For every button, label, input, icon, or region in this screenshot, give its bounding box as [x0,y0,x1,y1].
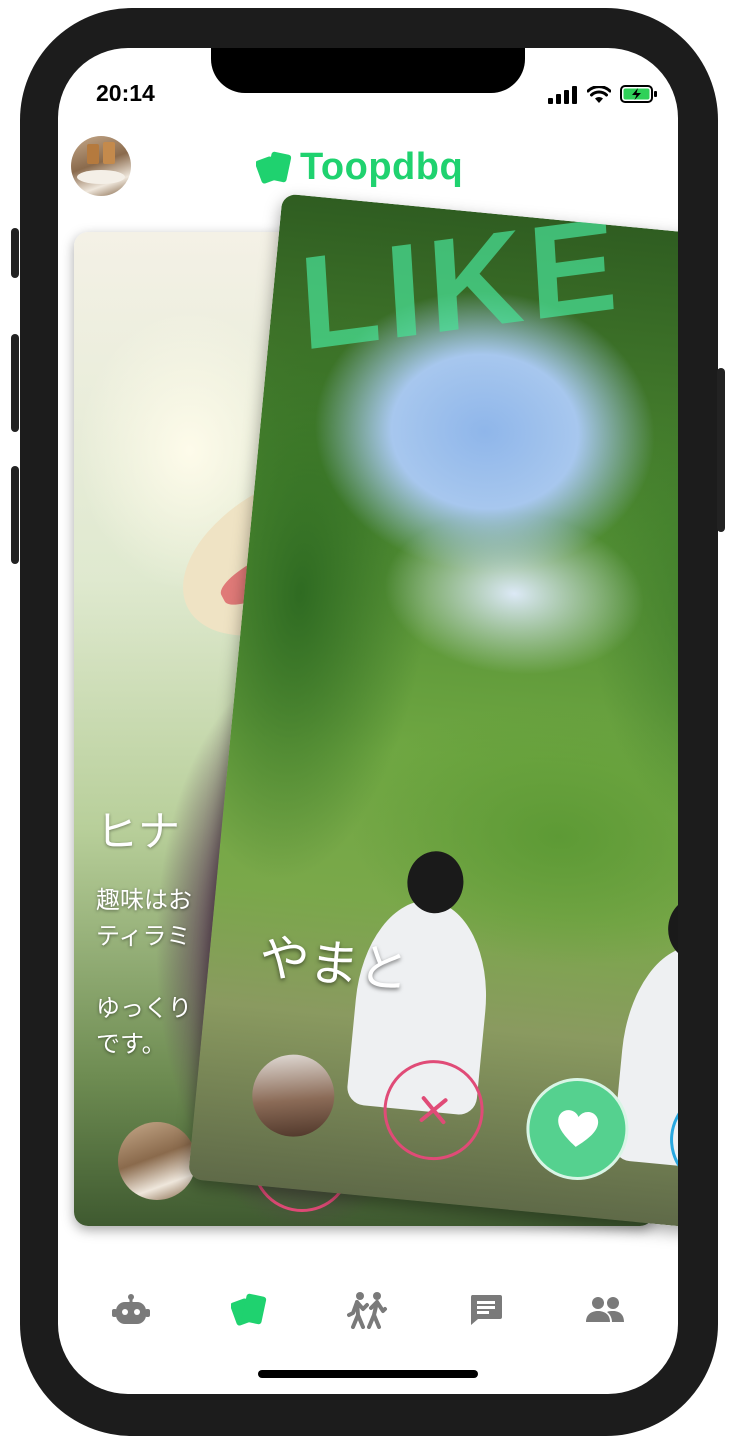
battery-charging-icon [620,85,657,103]
screen: 20:14 Toopdbq ヒナ 趣味はお ティラミ ゆっくり です。 LIKE… [58,48,678,1394]
drink-icon [87,144,99,164]
cards-icon [256,151,292,184]
bottom-tab-bar [58,1280,678,1340]
profile-avatar [118,1122,196,1200]
side-button-power [717,368,725,532]
bot-icon [112,1294,151,1324]
profile-avatar-button[interactable] [71,136,131,196]
signal-icon [548,86,577,104]
profile-avatar [248,1050,339,1141]
notch [211,48,525,93]
like-button[interactable] [521,1073,634,1185]
status-icons [548,84,658,104]
activity-icon [346,1292,387,1329]
side-button-mute [11,228,19,278]
plate-icon [77,170,125,184]
wifi-icon [587,86,611,103]
app-logo: Toopdbq [256,146,463,189]
profile-name: ヒナ [96,807,181,856]
drink-icon [103,142,115,164]
side-button-volume-up [11,334,19,432]
tab-bot[interactable] [101,1285,161,1335]
status-time: 20:14 [96,80,155,106]
tab-activity[interactable] [338,1285,398,1335]
tab-chat[interactable] [456,1285,516,1335]
chat-icon [471,1295,503,1325]
tab-people[interactable] [575,1285,635,1335]
close-icon [419,1096,448,1125]
app-name: Toopdbq [300,146,464,188]
heart-icon [558,1110,599,1147]
side-button-volume-down [11,466,19,564]
cards-icon [230,1293,266,1326]
like-stamp: LIKE [295,193,627,378]
home-indicator [258,1370,478,1378]
people-icon [585,1297,624,1322]
tab-cards[interactable] [220,1285,280,1335]
profile-name: やまと [256,927,412,1000]
